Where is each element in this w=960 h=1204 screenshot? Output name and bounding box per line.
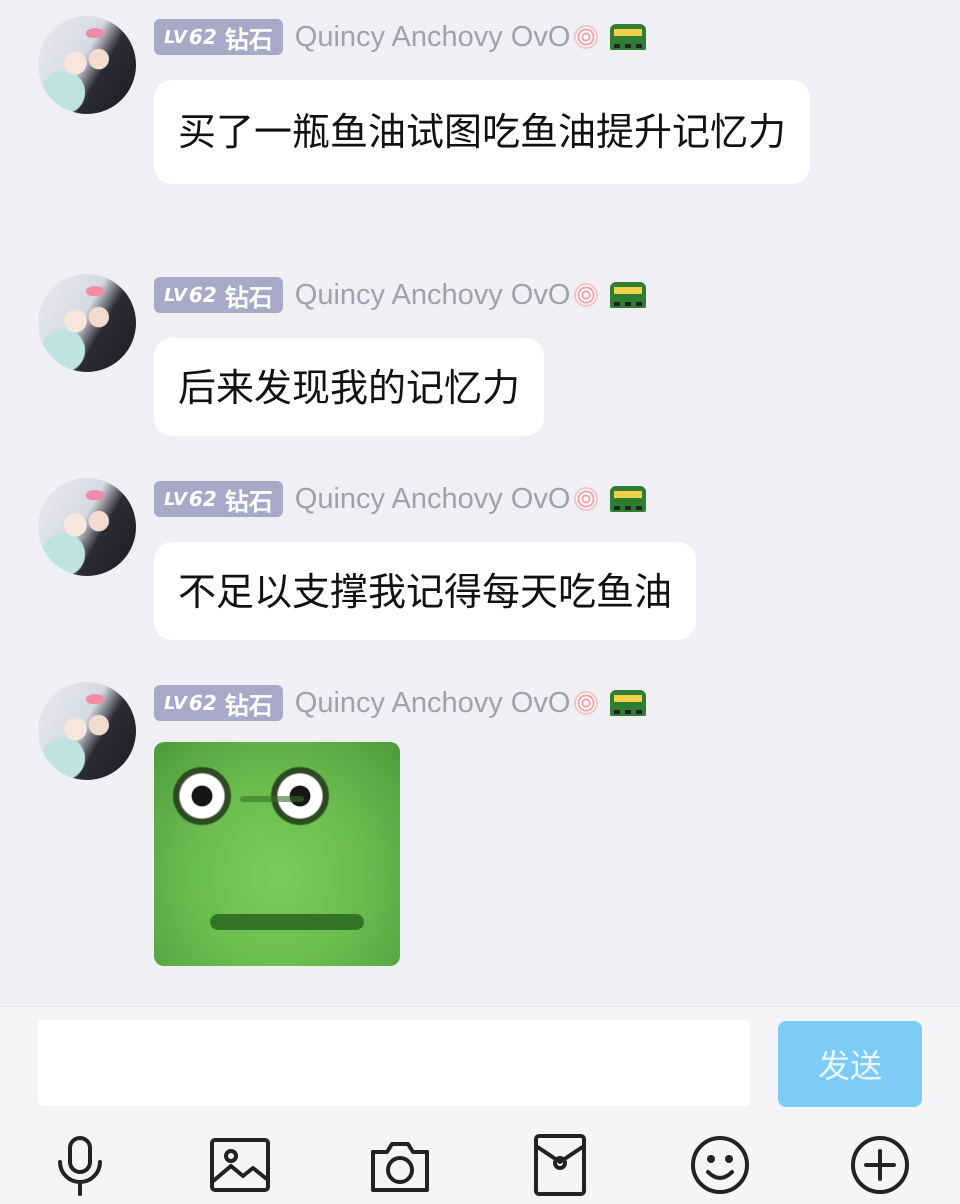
- avatar[interactable]: [38, 682, 136, 780]
- spiral-icon: [574, 283, 599, 307]
- avatar[interactable]: [38, 16, 136, 114]
- train-icon: [610, 486, 647, 512]
- emoji-icon[interactable]: [687, 1132, 753, 1198]
- sender-meta: LV 62 钻石 Quincy Anchovy OvO: [154, 684, 647, 722]
- sender-meta: LV 62 钻石 Quincy Anchovy OvO: [154, 480, 647, 518]
- train-icon: [610, 282, 647, 308]
- red-packet-icon[interactable]: [527, 1132, 593, 1198]
- spiral-icon: [574, 25, 599, 49]
- frog-left-eye: [170, 764, 234, 828]
- train-icon: [610, 690, 647, 716]
- level-badge: LV 62 钻石: [154, 277, 283, 313]
- tier-label: 钻石: [224, 283, 273, 312]
- avatar[interactable]: [38, 274, 136, 372]
- level-badge: LV 62 钻石: [154, 685, 283, 721]
- tier-label: 钻石: [224, 487, 273, 516]
- level-badge: LV 62 钻石: [154, 19, 283, 55]
- frog-face-sticker[interactable]: [154, 742, 400, 966]
- message-bubble[interactable]: 买了一瓶鱼油试图吃鱼油提升记忆力: [154, 80, 810, 184]
- sender-meta: LV 62 钻石 Quincy Anchovy OvO: [154, 18, 647, 56]
- username[interactable]: Quincy Anchovy OvO: [295, 279, 571, 312]
- username[interactable]: Quincy Anchovy OvO: [295, 687, 571, 720]
- send-button[interactable]: 发送: [778, 1021, 922, 1107]
- message-input[interactable]: [38, 1020, 750, 1106]
- image-icon[interactable]: [207, 1132, 273, 1198]
- microphone-icon[interactable]: [47, 1132, 113, 1198]
- username[interactable]: Quincy Anchovy OvO: [295, 21, 571, 54]
- message-bubble[interactable]: 后来发现我的记忆力: [154, 338, 545, 436]
- train-icon: [610, 24, 647, 50]
- level-badge: LV 62 钻石: [154, 481, 283, 517]
- avatar[interactable]: [38, 478, 136, 576]
- frog-brow: [240, 796, 304, 802]
- spiral-icon: [574, 487, 599, 511]
- camera-icon[interactable]: [367, 1132, 433, 1198]
- message-bubble[interactable]: 不足以支撑我记得每天吃鱼油: [154, 542, 697, 640]
- tier-label: 钻石: [224, 25, 273, 54]
- plus-icon[interactable]: [847, 1132, 913, 1198]
- sender-meta: LV 62 钻石 Quincy Anchovy OvO: [154, 276, 647, 314]
- spiral-icon: [574, 691, 599, 715]
- tier-label: 钻石: [224, 691, 273, 720]
- username[interactable]: Quincy Anchovy OvO: [295, 483, 571, 516]
- frog-mouth: [210, 914, 364, 930]
